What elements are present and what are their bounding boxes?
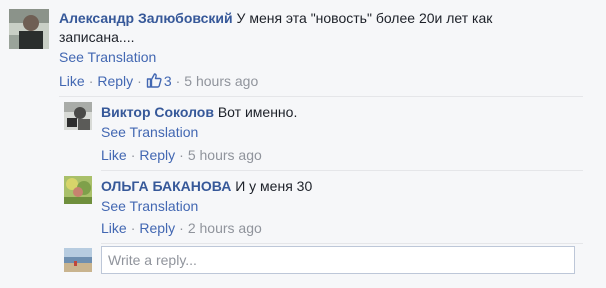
comment-text: У меня эта "новость" более 20и лет как bbox=[236, 10, 493, 26]
divider bbox=[101, 243, 583, 244]
see-translation-link[interactable]: See Translation bbox=[101, 123, 198, 141]
reply-text: И у меня 30 bbox=[235, 178, 313, 194]
avatar bbox=[64, 248, 92, 272]
reply-actions: Like · Reply · 5 hours ago bbox=[101, 146, 262, 164]
reply-input[interactable] bbox=[102, 247, 574, 273]
like-link[interactable]: Like bbox=[101, 220, 127, 236]
like-link[interactable]: Like bbox=[59, 73, 85, 89]
see-translation-link[interactable]: See Translation bbox=[59, 48, 156, 66]
separator: · bbox=[88, 73, 94, 89]
like-count[interactable]: 3 bbox=[146, 73, 172, 89]
avatar[interactable] bbox=[9, 9, 49, 49]
divider bbox=[101, 170, 583, 171]
reply-text: Вот именно. bbox=[217, 104, 298, 120]
reply-link[interactable]: Reply bbox=[97, 73, 133, 89]
separator: · bbox=[137, 73, 142, 89]
separator: · bbox=[175, 73, 181, 89]
reply-author[interactable]: Виктор Соколов bbox=[101, 104, 214, 120]
avatar[interactable] bbox=[64, 102, 92, 130]
like-link[interactable]: Like bbox=[101, 147, 127, 163]
reply-author[interactable]: ОЛЬГА БАКАНОВА bbox=[101, 178, 231, 194]
comment-author[interactable]: Александр Залюбовский bbox=[59, 10, 233, 26]
like-count-number: 3 bbox=[163, 73, 172, 89]
separator: · bbox=[130, 220, 136, 236]
avatar-photo bbox=[64, 176, 92, 204]
separator: · bbox=[179, 220, 184, 236]
divider bbox=[59, 96, 583, 97]
avatar-photo bbox=[9, 9, 49, 49]
separator: · bbox=[130, 147, 136, 163]
thumbs-up-icon bbox=[146, 73, 162, 88]
avatar[interactable] bbox=[64, 176, 92, 204]
avatar-photo bbox=[64, 102, 92, 130]
separator: · bbox=[179, 147, 184, 163]
comment-text-line1: Александр Залюбовский У меня эта "новост… bbox=[59, 9, 492, 27]
reply-link[interactable]: Reply bbox=[139, 220, 175, 236]
timestamp[interactable]: 2 hours ago bbox=[188, 220, 262, 236]
comment-actions: Like · Reply · 3 · 5 hours ago bbox=[59, 72, 258, 90]
timestamp[interactable]: 5 hours ago bbox=[188, 147, 262, 163]
reply-input-box[interactable] bbox=[101, 246, 575, 274]
timestamp[interactable]: 5 hours ago bbox=[184, 73, 258, 89]
see-translation-link[interactable]: See Translation bbox=[101, 197, 198, 215]
comment-text-line2: записана.... bbox=[59, 29, 135, 45]
reply-text-line: Виктор Соколов Вот именно. bbox=[101, 103, 297, 121]
reply-text-line: ОЛЬГА БАКАНОВА И у меня 30 bbox=[101, 177, 312, 195]
reply-link[interactable]: Reply bbox=[139, 147, 175, 163]
reply-actions: Like · Reply · 2 hours ago bbox=[101, 219, 262, 237]
current-user-avatar bbox=[64, 248, 92, 272]
